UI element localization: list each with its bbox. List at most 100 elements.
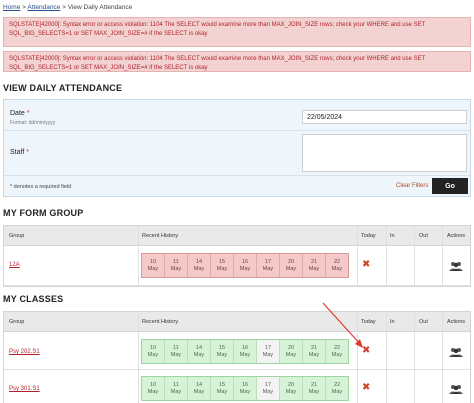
go-button[interactable]: Go <box>432 178 468 194</box>
history-day: 20 <box>287 381 295 388</box>
history-day-green: 11 May <box>165 340 188 363</box>
history-month: May <box>193 265 205 272</box>
history-day: 16 <box>241 258 249 265</box>
column-divider <box>357 226 358 286</box>
group-link[interactable]: Psy 301.S1 <box>9 386 40 392</box>
history-day-red: 15 May <box>211 254 234 277</box>
history-day-green: 14 May <box>188 340 211 363</box>
date-input[interactable] <box>302 110 467 124</box>
history-day: 11 <box>173 344 179 351</box>
history-month: May <box>308 265 320 272</box>
history-day-red: 20 May <box>280 254 303 277</box>
column-divider <box>386 226 387 286</box>
history-day: 14 <box>195 381 203 388</box>
date-format-hint: Format: dd/mm/yyyy <box>10 120 56 126</box>
close-icon[interactable]: ✖ <box>362 259 370 270</box>
column-header-today: Today <box>361 233 376 239</box>
page-title: VIEW DAILY ATTENDANCE <box>3 83 123 93</box>
history-month: May <box>147 351 159 358</box>
history-day: 10 <box>149 258 157 265</box>
history-day: 17 <box>264 258 272 265</box>
date-label: Date * <box>10 110 30 117</box>
history-day: 17 <box>264 381 272 388</box>
history-month: May <box>239 351 251 358</box>
history-day-green: 20 May <box>280 340 303 363</box>
history-month: May <box>262 351 274 358</box>
breadcrumb-separator: > <box>60 4 68 11</box>
column-header-actions: Actions <box>447 319 466 325</box>
column-divider <box>442 226 443 286</box>
recent-history: 10 May 11 May 14 May 15 May 16 May 17 May 20 May 21 May… <box>141 253 349 278</box>
history-day: 14 <box>195 344 203 351</box>
people-icon[interactable] <box>449 384 463 394</box>
history-day-green: 22 May <box>326 377 348 400</box>
history-day: 15 <box>218 258 226 265</box>
history-day: 22 <box>333 381 341 388</box>
history-day: 11 <box>173 258 179 265</box>
history-day: 21 <box>310 344 318 351</box>
history-day: 16 <box>241 344 249 351</box>
breadcrumb-home[interactable]: Home <box>3 4 20 11</box>
history-month: May <box>262 388 274 395</box>
history-day-red: 22 May <box>326 254 348 277</box>
table-row: Psy 202.S1 10 May 11 May 14 May 15 May 16 May 17 Ma… <box>4 332 470 370</box>
staff-select[interactable] <box>302 134 467 172</box>
history-month: May <box>170 388 182 395</box>
column-header-today: Today <box>361 319 376 325</box>
history-day-green: 22 May <box>326 340 348 363</box>
history-month: May <box>147 388 159 395</box>
history-day: 14 <box>195 258 203 265</box>
history-day-green: 21 May <box>303 340 326 363</box>
history-day-green: 14 May <box>188 377 211 400</box>
table-row: Psy 301.S1 10 May 11 May 14 May 15 May 16 May 17 Ma… <box>4 370 470 403</box>
breadcrumb-attendance[interactable]: Attendance <box>27 4 60 11</box>
history-month: May <box>262 265 274 272</box>
filter-panel: Date * Format: dd/mm/yyyy Staff * * deno… <box>3 99 471 197</box>
required-note: * denotes a required field <box>10 184 72 190</box>
history-day-green: 20 May <box>280 377 303 400</box>
column-divider <box>414 226 415 286</box>
history-month: May <box>239 265 251 272</box>
clear-filters-link[interactable]: Clear Filters <box>396 183 428 189</box>
column-header-in: In <box>390 233 395 239</box>
history-day-green: 16 May <box>234 377 257 400</box>
table-header: Group Recent History Today In Out Action… <box>4 226 470 246</box>
history-month: May <box>331 388 343 395</box>
history-day: 22 <box>333 344 341 351</box>
close-icon[interactable]: ✖ <box>362 345 370 356</box>
history-month: May <box>331 265 343 272</box>
breadcrumb: Home > Attendance > View Daily Attendanc… <box>3 4 132 11</box>
column-divider <box>138 312 139 403</box>
divider <box>4 175 470 176</box>
column-header-out: Out <box>419 319 428 325</box>
history-day: 15 <box>218 381 226 388</box>
column-divider <box>414 312 415 403</box>
history-month: May <box>216 265 228 272</box>
recent-history: 10 May 11 May 14 May 15 May 16 May 17 May 20 May 21 May… <box>141 376 349 401</box>
history-day-green: 11 May <box>165 377 188 400</box>
history-day: 20 <box>287 258 295 265</box>
history-day-red: 10 May <box>142 254 165 277</box>
history-month: May <box>285 265 297 272</box>
history-day-red: 14 May <box>188 254 211 277</box>
column-header-history: Recent History <box>142 233 179 239</box>
history-month: May <box>170 265 182 272</box>
column-header-actions: Actions <box>447 233 466 239</box>
history-day-red: 21 May <box>303 254 326 277</box>
close-icon[interactable]: ✖ <box>362 382 370 393</box>
history-month: May <box>308 351 320 358</box>
people-icon[interactable] <box>449 261 463 271</box>
group-link[interactable]: Psy 202.S1 <box>9 349 40 355</box>
column-divider <box>138 226 139 286</box>
history-month: May <box>216 351 228 358</box>
history-day: 10 <box>149 381 157 388</box>
history-day: 21 <box>310 381 318 388</box>
history-day: 22 <box>333 258 341 265</box>
staff-label: Staff * <box>10 149 29 156</box>
group-link[interactable]: 12A <box>9 262 20 268</box>
history-month: May <box>331 351 343 358</box>
history-day: 15 <box>218 344 226 351</box>
history-day: 11 <box>173 381 179 388</box>
history-month: May <box>285 351 297 358</box>
people-icon[interactable] <box>449 347 463 357</box>
